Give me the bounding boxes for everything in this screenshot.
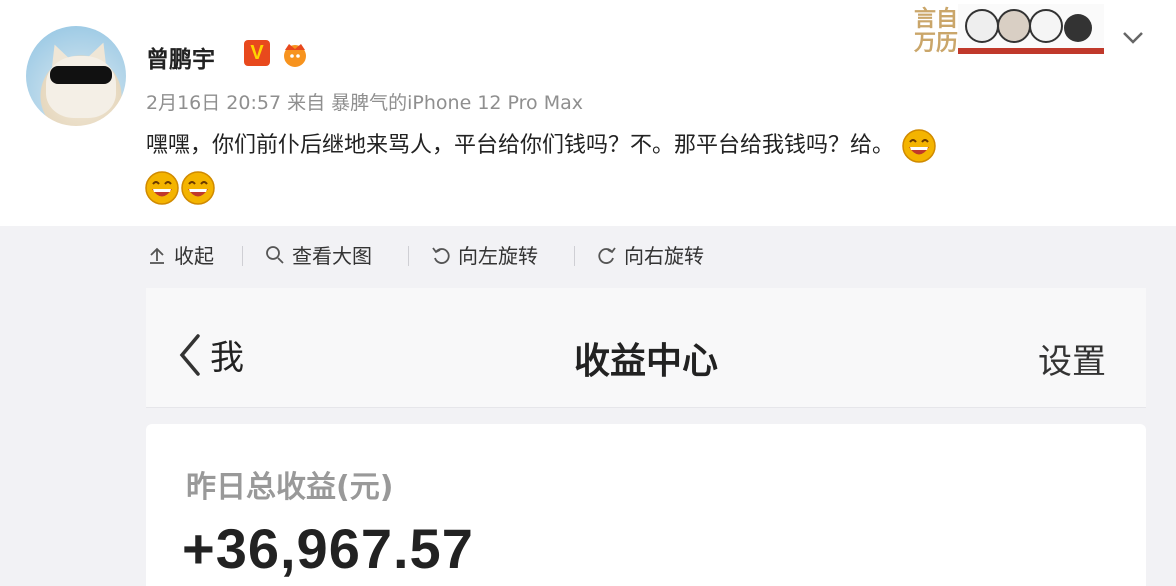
rotate-left-label: 向左旋转 — [458, 244, 538, 268]
rotate-right-button[interactable]: 向右旋转 — [596, 240, 704, 269]
avatar-sunglasses — [50, 66, 112, 84]
svg-text:言自: 言自 — [914, 6, 958, 32]
collapse-label: 收起 — [174, 244, 214, 268]
rotate-right-label: 向右旋转 — [624, 244, 704, 268]
post-text: 嘿嘿，你们前仆后继地来骂人，平台给你们钱吗？不。那平台给我钱吗？给。 — [146, 128, 937, 164]
laughing-emoji-icon — [145, 171, 179, 205]
rotate-right-icon — [598, 246, 616, 264]
svg-text:万历: 万历 — [913, 31, 958, 56]
search-icon — [266, 245, 284, 264]
page-title: 收益中心 — [573, 341, 718, 382]
earnings-header: 我 收益中心 设置 — [146, 288, 1146, 408]
collapse-icon — [150, 247, 164, 264]
toolbar-divider — [408, 246, 409, 266]
toolbar-divider — [242, 246, 243, 266]
username[interactable]: 曾鹏宇 — [146, 40, 215, 74]
post-text-content: 嘿嘿，你们前仆后继地来骂人，平台给你们钱吗？不。那平台给我钱吗？给。 — [146, 133, 895, 158]
weibo-post: 曾鹏宇 V 言自 万历 2月16日 20:57 来自 暴脾气的iPhone 12… — [0, 0, 1176, 226]
emoji-row — [144, 170, 216, 206]
chevron-down-icon[interactable] — [1118, 22, 1148, 52]
sticker-decoration: 言自 万历 — [913, 4, 1104, 56]
rotate-left-icon — [432, 246, 450, 264]
post-meta: 2月16日 20:57 来自 暴脾气的iPhone 12 Pro Max — [146, 92, 583, 114]
toolbar-divider — [574, 246, 575, 266]
laughing-emoji-icon — [181, 171, 215, 205]
avatar[interactable] — [26, 26, 126, 126]
earnings-value: +36,967.57 — [182, 517, 474, 580]
collapse-button[interactable]: 收起 — [146, 240, 214, 269]
crown-icon — [284, 44, 306, 67]
laughing-emoji-icon — [902, 129, 936, 163]
earnings-card: 昨日总收益(元) +36,967.57 — [146, 424, 1146, 586]
earnings-label: 昨日总收益(元) — [186, 470, 394, 505]
verified-badge-icon: V — [244, 40, 270, 66]
view-large-button[interactable]: 查看大图 — [264, 240, 372, 269]
view-large-label: 查看大图 — [292, 244, 372, 268]
settings-button[interactable]: 设置 — [1038, 334, 1106, 383]
rotate-left-button[interactable]: 向左旋转 — [430, 240, 538, 269]
